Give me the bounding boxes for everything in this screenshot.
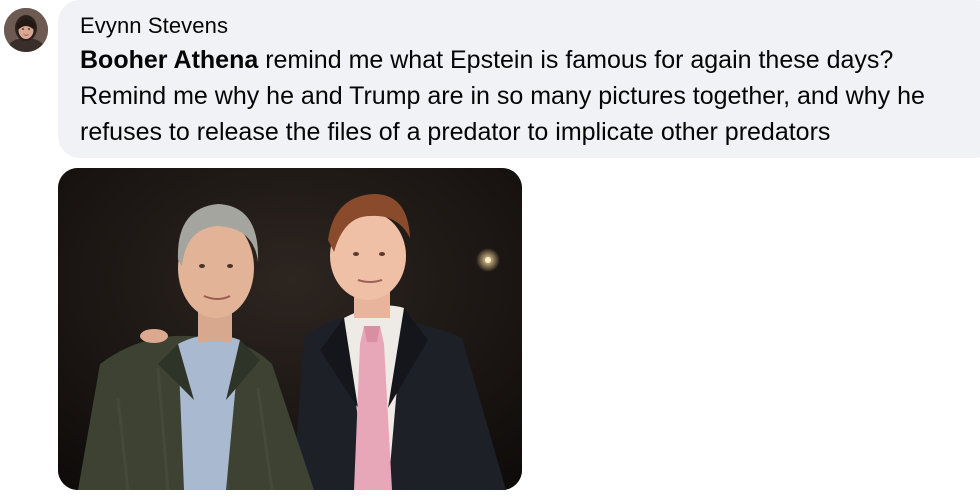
comment-author[interactable]: Evynn Stevens [80,13,228,39]
attached-photo[interactable] [58,168,522,490]
commenter-avatar[interactable] [4,8,48,52]
photo-two-men-in-suits-icon [58,168,522,490]
profile-photo-icon [4,8,48,52]
mention-link[interactable]: Booher Athena [80,46,258,74]
comment-thread: Evynn Stevens Booher Athena remind me wh… [0,0,980,501]
comment-body: Booher Athena remind me what Epstein is … [80,42,980,150]
